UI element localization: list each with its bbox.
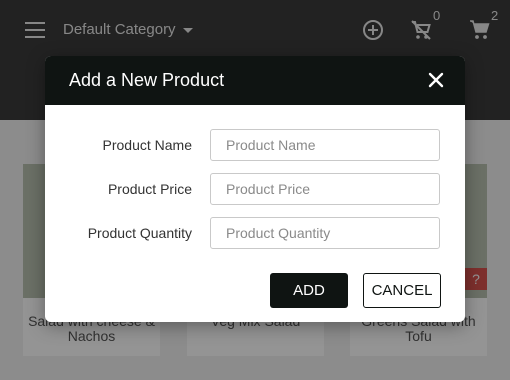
form-row-product-price: Product Price (45, 173, 465, 205)
product-price-input[interactable] (210, 173, 440, 205)
cancel-button[interactable]: CANCEL (363, 273, 441, 308)
add-product-dialog: Add a New Product Product Name Product P… (45, 56, 465, 322)
add-button[interactable]: ADD (270, 273, 348, 308)
product-name-label: Product Name (102, 137, 192, 153)
form-row-product-quantity: Product Quantity (45, 217, 465, 249)
product-quantity-input[interactable] (210, 217, 440, 249)
dialog-title: Add a New Product (69, 70, 225, 90)
product-price-label: Product Price (107, 181, 192, 197)
close-icon[interactable] (427, 71, 445, 89)
form-row-product-name: Product Name (45, 129, 465, 161)
dialog-header: Add a New Product (45, 56, 465, 105)
product-quantity-label: Product Quantity (87, 225, 192, 241)
product-name-input[interactable] (210, 129, 440, 161)
